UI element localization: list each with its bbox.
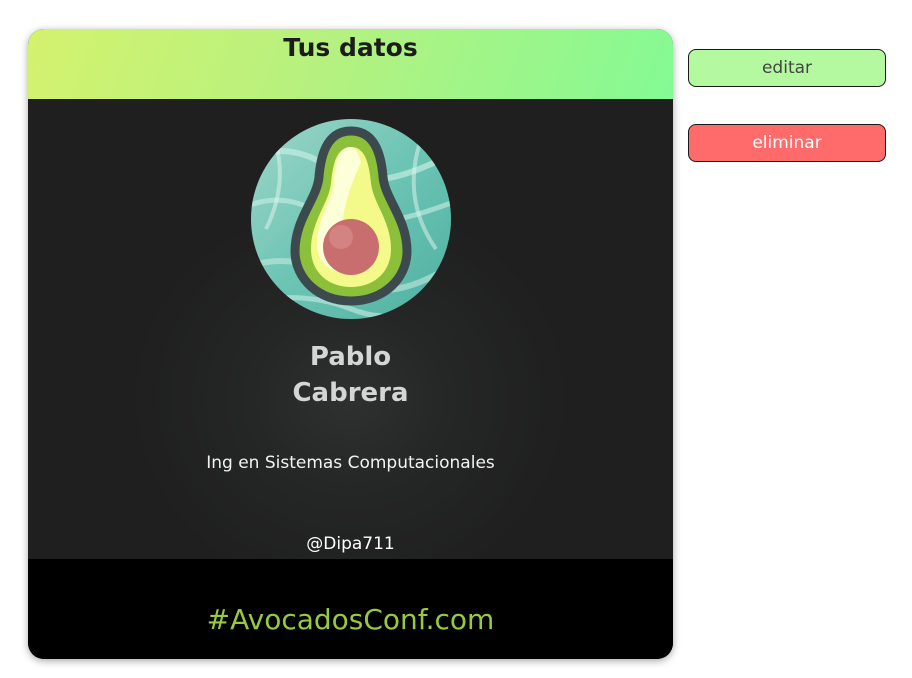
conference-hashtag: #AvocadosConf.com xyxy=(206,603,495,636)
avocado-icon xyxy=(251,119,451,319)
badge-card: Tus datos Pablo Cabrera Ing en Sistemas … xyxy=(28,29,673,659)
badge-title: Tus datos xyxy=(283,33,418,62)
badge-header: Tus datos xyxy=(28,29,673,99)
delete-button[interactable]: eliminar xyxy=(688,124,886,162)
badge-name: Pablo Cabrera xyxy=(28,339,673,411)
badge-footer: #AvocadosConf.com xyxy=(28,559,673,659)
twitter-handle: @Dipa711 xyxy=(306,534,395,554)
first-name: Pablo xyxy=(309,342,392,372)
badge-body: Pablo Cabrera Ing en Sistemas Computacio… xyxy=(28,99,673,559)
job-title: Ing en Sistemas Computacionales xyxy=(206,453,495,473)
edit-button[interactable]: editar xyxy=(688,49,886,87)
avatar xyxy=(251,119,451,319)
last-name: Cabrera xyxy=(292,378,409,408)
